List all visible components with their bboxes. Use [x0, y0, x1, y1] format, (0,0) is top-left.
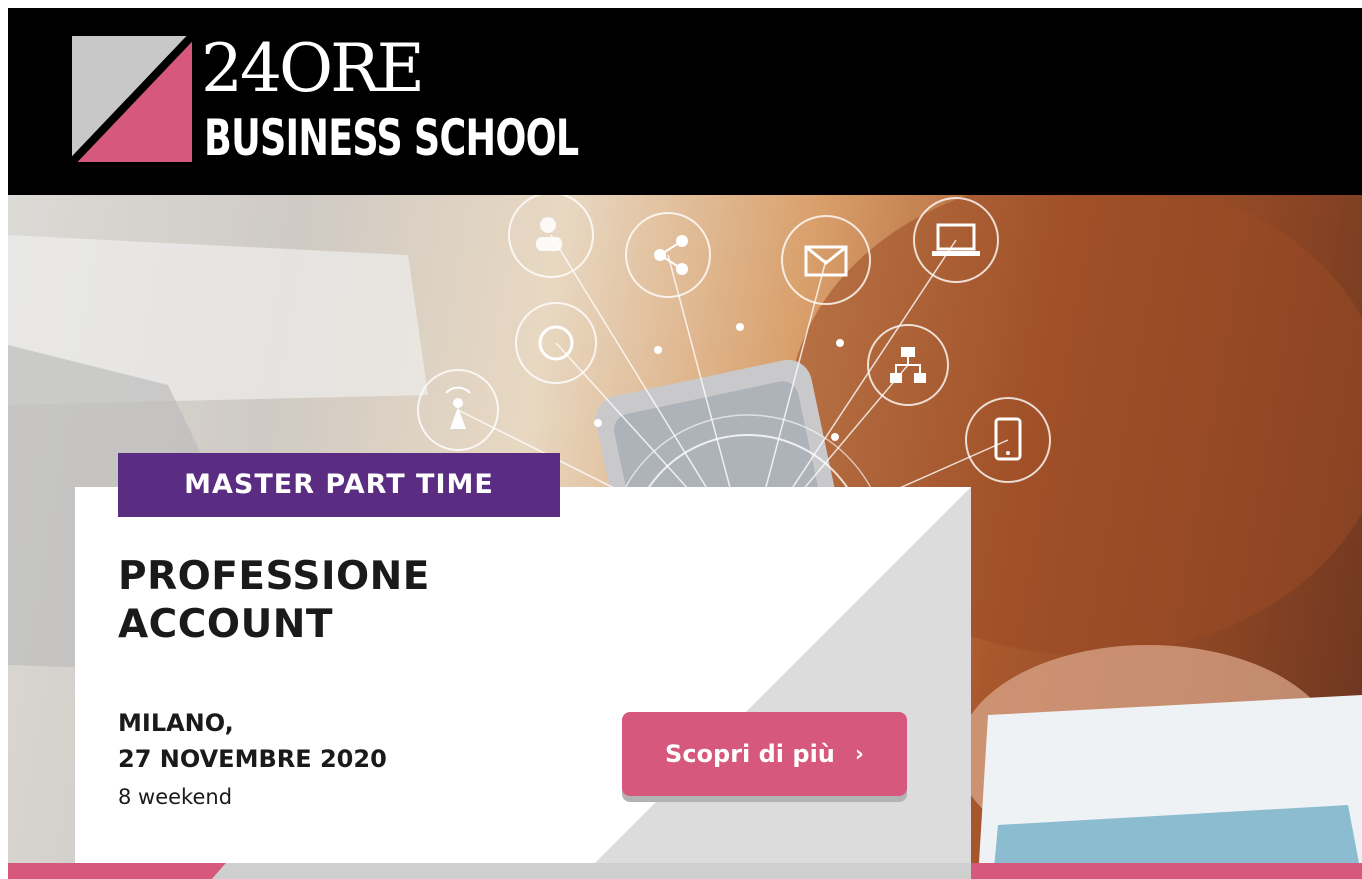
logo-wordmark-24ore: 24ORE: [201, 30, 425, 107]
course-duration: 8 weekend: [118, 785, 233, 809]
24ore-logo-icon: [72, 36, 192, 162]
program-type-badge: MASTER PART TIME: [118, 453, 560, 517]
course-title: PROFESSIONE ACCOUNT: [118, 554, 430, 647]
bottom-accent-strip: [8, 863, 1362, 879]
learn-more-label: Scopri di più: [665, 740, 835, 768]
course-city: MILANO,: [118, 709, 234, 737]
chevron-right-icon: ›: [854, 741, 864, 767]
course-start-date: 27 NOVEMBRE 2020: [118, 745, 387, 773]
learn-more-button[interactable]: Scopri di più ›: [622, 712, 907, 796]
wifi-tower-icon: [417, 369, 499, 451]
logo-wordmark-business-school: BUSINESS SCHOOL: [204, 109, 579, 167]
email-banner: 24ORE BUSINESS SCHOOL MASTER PART TIME P…: [0, 0, 1362, 879]
